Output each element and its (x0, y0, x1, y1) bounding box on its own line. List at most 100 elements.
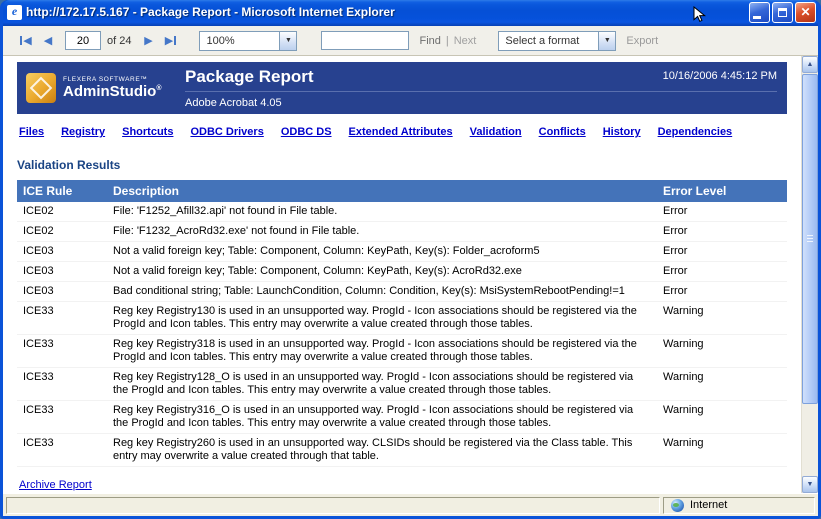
scroll-up-button[interactable]: ▲ (802, 56, 818, 73)
nav-link-odbc-drivers[interactable]: ODBC Drivers (190, 126, 263, 138)
cell-description: Reg key Registry128_O is used in an unsu… (107, 368, 657, 401)
adminstudio-logo-icon (26, 73, 56, 103)
report-title-row: Package Report 10/16/2006 4:45:12 PM (185, 67, 777, 92)
brand-text: FLEXERA SOFTWARE™ AdminStudio® (63, 76, 162, 100)
security-zone-label: Internet (690, 499, 727, 511)
column-header-ice-rule: ICE Rule (17, 180, 107, 202)
scroll-up-icon: ▲ (807, 61, 814, 68)
page-title: Package Report (185, 67, 314, 87)
registered-mark: ® (156, 85, 161, 92)
cell-level: Warning (657, 302, 787, 335)
find-next-button[interactable]: Next (454, 35, 477, 47)
package-name: Adobe Acrobat 4.05 (185, 92, 777, 109)
zoom-select[interactable]: 100% ▼ (199, 31, 297, 51)
last-page-button[interactable]: ▶ (159, 31, 181, 51)
scrollbar-thumb[interactable] (802, 74, 818, 404)
cell-level: Error (657, 262, 787, 282)
report-nav: Files Registry Shortcuts ODBC Drivers ODBC D… (19, 124, 785, 140)
first-page-button[interactable]: ◀ (15, 31, 37, 51)
cell-description: File: 'F1232_AcroRd32.exe' not found in … (107, 222, 657, 242)
export-format-value: Select a format (499, 35, 598, 47)
status-message-pane (6, 497, 660, 514)
table-row: ICE02File: 'F1252_Afill32.api' not found… (17, 202, 787, 222)
report-header-right: Package Report 10/16/2006 4:45:12 PM Ado… (169, 62, 787, 114)
cell-description: Not a valid foreign key; Table: Componen… (107, 262, 657, 282)
cell-description: Not a valid foreign key; Table: Componen… (107, 242, 657, 262)
report-timestamp: 10/16/2006 4:45:12 PM (663, 67, 777, 82)
cell-description: Reg key Registry316_O is used in an unsu… (107, 401, 657, 434)
previous-page-button[interactable]: ◀ (37, 31, 59, 51)
cell-rule: ICE33 (17, 335, 107, 368)
table-header: ICE Rule Description Error Level (17, 180, 787, 202)
nav-link-files[interactable]: Files (19, 126, 44, 138)
table-row: ICE33Reg key Registry316_O is used in an… (17, 401, 787, 434)
minimize-button[interactable] (749, 2, 770, 23)
titlebar[interactable]: e http://172.17.5.167 - Package Report -… (3, 0, 818, 26)
first-page-icon (20, 36, 22, 45)
cell-rule: ICE03 (17, 282, 107, 302)
internet-globe-icon (671, 499, 684, 512)
validation-table-body: ICE02File: 'F1252_Afill32.api' not found… (17, 202, 787, 467)
report-toolbar: ◀ ◀ of 24 ▶ ▶ 100% ▼ Find | Next Select … (3, 26, 818, 56)
table-row: ICE02File: 'F1232_AcroRd32.exe' not foun… (17, 222, 787, 242)
browser-viewport: FLEXERA SOFTWARE™ AdminStudio® Package R… (3, 56, 818, 493)
table-row: ICE33Reg key Registry130 is used in an u… (17, 302, 787, 335)
scroll-down-icon: ▼ (807, 481, 814, 488)
cell-level: Error (657, 242, 787, 262)
nav-link-extended-attributes[interactable]: Extended Attributes (349, 126, 453, 138)
adminstudio-brand: FLEXERA SOFTWARE™ AdminStudio® (17, 62, 169, 114)
close-icon: ✕ (800, 5, 810, 19)
nav-link-odbc-ds[interactable]: ODBC DS (281, 126, 332, 138)
cell-rule: ICE33 (17, 401, 107, 434)
chevron-down-icon[interactable]: ▼ (279, 32, 296, 50)
cell-level: Warning (657, 434, 787, 467)
table-header-row: ICE Rule Description Error Level (17, 180, 787, 202)
nav-link-registry[interactable]: Registry (61, 126, 105, 138)
nav-link-shortcuts[interactable]: Shortcuts (122, 126, 173, 138)
cell-rule: ICE33 (17, 368, 107, 401)
cell-rule: ICE02 (17, 222, 107, 242)
maximize-icon (778, 8, 787, 17)
find-text-input[interactable] (321, 31, 409, 50)
ie-window: e http://172.17.5.167 - Package Report -… (0, 0, 821, 519)
cell-rule: ICE33 (17, 302, 107, 335)
find-next-separator: | (446, 35, 449, 47)
brand-company: FLEXERA SOFTWARE™ (63, 76, 162, 83)
nav-link-dependencies[interactable]: Dependencies (658, 126, 733, 138)
cell-rule: ICE02 (17, 202, 107, 222)
cell-description: Reg key Registry260 is used in an unsupp… (107, 434, 657, 467)
find-button[interactable]: Find (419, 35, 440, 47)
nav-link-conflicts[interactable]: Conflicts (539, 126, 586, 138)
cell-description: Bad conditional string; Table: LaunchCon… (107, 282, 657, 302)
archive-report-link[interactable]: Archive Report (19, 479, 92, 491)
cell-level: Error (657, 222, 787, 242)
scrollbar-track[interactable] (802, 73, 818, 476)
nav-link-validation[interactable]: Validation (470, 126, 522, 138)
cell-level: Warning (657, 335, 787, 368)
column-header-error-level: Error Level (657, 180, 787, 202)
table-row: ICE33Reg key Registry128_O is used in an… (17, 368, 787, 401)
page-number-input[interactable] (65, 31, 101, 50)
next-page-button[interactable]: ▶ (137, 31, 159, 51)
column-header-description: Description (107, 180, 657, 202)
section-heading: Validation Results (17, 158, 787, 172)
validation-results-table: ICE Rule Description Error Level ICE02Fi… (17, 180, 787, 467)
vertical-scrollbar[interactable]: ▲ ▼ (801, 56, 818, 493)
nav-link-history[interactable]: History (603, 126, 641, 138)
close-button[interactable]: ✕ (795, 2, 816, 23)
scroll-down-button[interactable]: ▼ (802, 476, 818, 493)
cell-description: File: 'F1252_Afill32.api' not found in F… (107, 202, 657, 222)
table-row: ICE03Not a valid foreign key; Table: Com… (17, 242, 787, 262)
brand-product: AdminStudio® (63, 83, 162, 100)
chevron-down-icon[interactable]: ▼ (598, 32, 615, 50)
report-header-band: FLEXERA SOFTWARE™ AdminStudio® Package R… (17, 62, 787, 114)
maximize-button[interactable] (772, 2, 793, 23)
minimize-icon (753, 16, 761, 19)
cell-level: Error (657, 202, 787, 222)
zoom-value: 100% (200, 35, 279, 47)
cell-description: Reg key Registry130 is used in an unsupp… (107, 302, 657, 335)
export-button[interactable]: Export (626, 35, 658, 47)
cell-level: Warning (657, 368, 787, 401)
cell-rule: ICE33 (17, 434, 107, 467)
export-format-select[interactable]: Select a format ▼ (498, 31, 616, 51)
